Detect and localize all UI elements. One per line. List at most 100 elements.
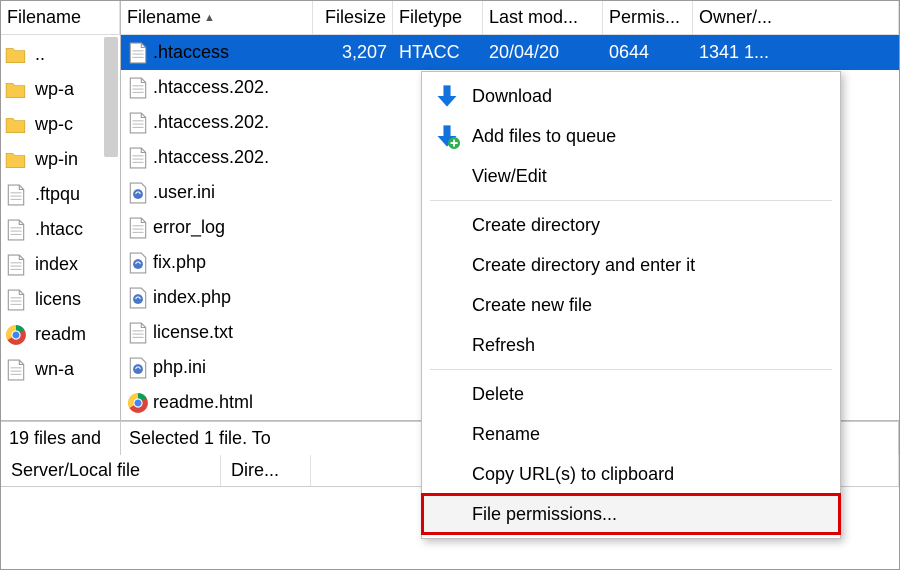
menu-copy-url[interactable]: Copy URL(s) to clipboard [422, 454, 840, 494]
filename-label: index.php [153, 287, 231, 308]
menu-view-edit-label: View/Edit [472, 166, 547, 187]
menu-view-edit[interactable]: View/Edit [422, 156, 840, 196]
file-icon [127, 217, 149, 239]
file-icon [5, 359, 27, 381]
local-list-item[interactable]: wn-a [1, 352, 120, 387]
php-file-icon [127, 357, 149, 379]
remote-header-lastmod[interactable]: Last mod... [483, 1, 603, 34]
filename-label: license.txt [153, 322, 233, 343]
file-icon [127, 112, 149, 134]
menu-file-permissions[interactable]: File permissions... [422, 494, 840, 534]
local-item-label: .htacc [35, 219, 83, 240]
remote-header-filename[interactable]: Filename▲ [121, 1, 313, 34]
cell-filesize [313, 210, 393, 245]
chrome-html-icon [5, 324, 27, 346]
folder-icon [5, 79, 27, 101]
local-list-item[interactable]: wp-a [1, 72, 120, 107]
local-list-item[interactable]: wp-in [1, 142, 120, 177]
local-list-item[interactable]: .. [1, 37, 120, 72]
menu-delete[interactable]: Delete [422, 374, 840, 414]
cell-lastmod: 20/04/20 [483, 35, 603, 70]
cell-filetype: HTACC [393, 35, 483, 70]
remote-header-filesize[interactable]: Filesize [313, 1, 393, 34]
file-icon [127, 77, 149, 99]
menu-add-to-queue[interactable]: Add files to queue [422, 116, 840, 156]
cell-filename: php.ini [121, 350, 313, 385]
local-list-item[interactable]: index [1, 247, 120, 282]
menu-separator [430, 200, 832, 201]
remote-header-owner[interactable]: Owner/... [693, 1, 899, 34]
local-list-item[interactable]: wp-c [1, 107, 120, 142]
menu-download-label: Download [472, 86, 552, 107]
file-icon [5, 184, 27, 206]
filename-label: error_log [153, 217, 225, 238]
cell-filesize [313, 385, 393, 420]
remote-header-permissions[interactable]: Permis... [603, 1, 693, 34]
remote-file-row[interactable]: .htaccess3,207HTACC20/04/2006441341 1... [121, 35, 899, 70]
folder-icon [5, 44, 27, 66]
local-scrollbar[interactable] [104, 37, 118, 157]
menu-copy-url-label: Copy URL(s) to clipboard [472, 464, 674, 485]
menu-create-directory[interactable]: Create directory [422, 205, 840, 245]
cell-filesize [313, 70, 393, 105]
menu-rename-label: Rename [472, 424, 540, 445]
transfer-col-server-local[interactable]: Server/Local file [1, 455, 221, 486]
menu-create-dir-label: Create directory [472, 215, 600, 236]
menu-add-queue-label: Add files to queue [472, 126, 616, 147]
sort-asc-icon: ▲ [204, 12, 215, 24]
php-file-icon [127, 182, 149, 204]
menu-rename[interactable]: Rename [422, 414, 840, 454]
menu-create-file[interactable]: Create new file [422, 285, 840, 325]
local-list-item[interactable]: .htacc [1, 212, 120, 247]
menu-delete-label: Delete [472, 384, 524, 405]
cell-filename: .htaccess.202. [121, 140, 313, 175]
filename-label: .htaccess.202. [153, 112, 269, 133]
remote-header-filetype[interactable]: Filetype [393, 1, 483, 34]
menu-refresh-label: Refresh [472, 335, 535, 356]
cell-filesize [313, 280, 393, 315]
local-list-item[interactable]: licens [1, 282, 120, 317]
cell-filename: .user.ini [121, 175, 313, 210]
cell-filesize [313, 140, 393, 175]
cell-filename: .htaccess.202. [121, 70, 313, 105]
local-item-label: wp-c [35, 114, 73, 135]
filename-label: readme.html [153, 392, 253, 413]
local-item-label: readm [35, 324, 86, 345]
file-icon [127, 42, 149, 64]
cell-filesize [313, 315, 393, 350]
local-list-item[interactable]: .ftpqu [1, 177, 120, 212]
local-header-filename[interactable]: Filename [1, 1, 120, 34]
local-item-label: licens [35, 289, 81, 310]
cell-filename: index.php [121, 280, 313, 315]
local-tree-pane: Filename ..wp-a wp-c wp-in .ftpqu .htacc inde… [1, 1, 121, 420]
menu-download[interactable]: Download [422, 76, 840, 116]
filename-label: php.ini [153, 357, 206, 378]
local-item-label: index [35, 254, 78, 275]
menu-file-perms-label: File permissions... [472, 504, 617, 525]
file-icon [5, 289, 27, 311]
cell-filesize: 3,207 [313, 35, 393, 70]
cell-filename: license.txt [121, 315, 313, 350]
local-item-label: wp-in [35, 149, 78, 170]
cell-filename: .htaccess [121, 35, 313, 70]
cell-filename: error_log [121, 210, 313, 245]
file-icon [5, 219, 27, 241]
cell-filename: fix.php [121, 245, 313, 280]
remote-file-pane: Filename▲ Filesize Filetype Last mod... … [121, 1, 899, 420]
file-icon [127, 322, 149, 344]
cell-filename: readme.html [121, 385, 313, 420]
file-context-menu: Download Add files to queue View/Edit Cr… [421, 71, 841, 539]
cell-filename: .htaccess.202. [121, 105, 313, 140]
php-file-icon [127, 287, 149, 309]
transfer-col-direction[interactable]: Dire... [221, 455, 311, 486]
cell-filesize [313, 105, 393, 140]
filename-label: .user.ini [153, 182, 215, 203]
local-item-label: wn-a [35, 359, 74, 380]
local-list-item[interactable]: readm [1, 317, 120, 352]
filename-label: .htaccess [153, 42, 229, 63]
menu-separator [430, 369, 832, 370]
filename-label: fix.php [153, 252, 206, 273]
menu-refresh[interactable]: Refresh [422, 325, 840, 365]
menu-create-file-label: Create new file [472, 295, 592, 316]
menu-create-directory-enter[interactable]: Create directory and enter it [422, 245, 840, 285]
